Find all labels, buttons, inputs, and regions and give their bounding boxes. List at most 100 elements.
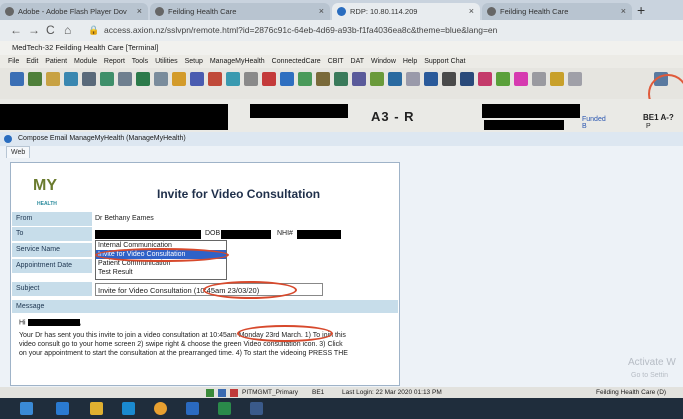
alert-icon[interactable] — [172, 72, 186, 86]
user-icon — [206, 389, 214, 397]
menu-patient[interactable]: Patient — [45, 58, 67, 65]
app-title-bar: MedTech-32 Feilding Health Care [Termina… — [0, 41, 683, 55]
close-icon[interactable]: × — [469, 3, 474, 20]
chrome-icon — [487, 7, 496, 16]
tab-label: Feilding Health Care — [168, 7, 237, 16]
accounts-icon[interactable] — [334, 72, 348, 86]
outlook-icon[interactable] — [186, 402, 199, 415]
appointment-icon[interactable] — [82, 72, 96, 86]
to-label: To — [12, 227, 92, 241]
back-icon[interactable]: ← — [10, 23, 22, 37]
menu-dat[interactable]: DAT — [351, 58, 364, 65]
url-field[interactable]: access.axion.nz/sslvpn/remote.html?id=28… — [104, 25, 497, 35]
outbox-icon[interactable] — [136, 72, 150, 86]
map-icon[interactable] — [496, 72, 510, 86]
record-icon[interactable] — [262, 72, 276, 86]
new-tab-button[interactable]: + — [637, 2, 645, 18]
menu-report[interactable]: Report — [104, 58, 125, 65]
tab-label: RDP: 10.80.114.209 — [350, 7, 418, 16]
menu-cbit[interactable]: CBIT — [328, 58, 344, 65]
patient-icon[interactable] — [10, 72, 24, 86]
terminal-icon[interactable] — [442, 72, 456, 86]
browser-tab-feilding-2[interactable]: Feilding Health Care × — [482, 3, 632, 20]
menu-support-chat[interactable]: Support Chat — [424, 58, 465, 65]
redaction — [250, 104, 348, 118]
user-code: BE1 — [312, 389, 325, 396]
menu-setup[interactable]: Setup — [185, 58, 203, 65]
browser-tab-adobe[interactable]: Adobe - Adobe Flash Player Dov × — [0, 3, 148, 20]
chrome-icon — [155, 7, 164, 16]
chart-icon[interactable] — [190, 72, 204, 86]
menu-edit[interactable]: Edit — [26, 58, 38, 65]
lab-icon[interactable] — [208, 72, 222, 86]
messages-icon[interactable] — [226, 72, 240, 86]
mail-icon[interactable] — [406, 72, 420, 86]
forward-icon[interactable]: → — [28, 23, 40, 37]
close-icon[interactable]: × — [621, 3, 626, 20]
reports-icon[interactable] — [316, 72, 330, 86]
tab-web[interactable]: Web — [6, 146, 31, 158]
forms-icon[interactable] — [370, 72, 384, 86]
reload-icon[interactable]: C — [46, 23, 55, 37]
register-icon[interactable] — [28, 72, 42, 86]
from-label: From — [12, 212, 92, 226]
nhi-label: NHI# — [277, 230, 293, 237]
menu-module[interactable]: Module — [74, 58, 97, 65]
folder-icon[interactable] — [90, 402, 103, 415]
menu-window[interactable]: Window — [371, 58, 396, 65]
message-body[interactable]: Your Dr has sent you this invite to join… — [19, 331, 399, 358]
notes-icon[interactable] — [46, 72, 60, 86]
subject-label: Subject — [12, 282, 92, 296]
app-icon[interactable] — [250, 402, 263, 415]
menu-tools[interactable]: Tools — [132, 58, 148, 65]
close-icon[interactable]: × — [319, 3, 324, 20]
chrome-icon[interactable] — [154, 402, 167, 415]
connect-icon[interactable] — [280, 72, 294, 86]
medication-icon[interactable] — [100, 72, 114, 86]
browser-tab-feilding[interactable]: Feilding Health Care × — [150, 3, 330, 20]
menu-file[interactable]: File — [8, 58, 19, 65]
menu-connectedcare[interactable]: ConnectedCare — [272, 58, 321, 65]
recall-icon[interactable] — [118, 72, 132, 86]
redaction — [0, 104, 228, 130]
address-bar: ← → C ⌂ 🔒 access.axion.nz/sslvpn/remote.… — [0, 20, 683, 41]
tasks-icon[interactable] — [298, 72, 312, 86]
close-icon[interactable]: × — [137, 3, 142, 20]
menu-help[interactable]: Help — [403, 58, 417, 65]
tab-label: Adobe - Adobe Flash Player Dov — [18, 7, 127, 16]
menu-bar: File Edit Patient Module Report Tools Ut… — [0, 55, 683, 68]
inbox-icon[interactable] — [64, 72, 78, 86]
document-icon[interactable] — [154, 72, 168, 86]
browser-tab-bar: Adobe - Adobe Flash Player Dov × Feildin… — [0, 0, 683, 20]
star-icon[interactable] — [514, 72, 528, 86]
app-title: MedTech-32 Feilding Health Care [Termina… — [12, 43, 159, 52]
edge-icon[interactable] — [56, 402, 69, 415]
teamviewer-icon[interactable] — [122, 402, 135, 415]
print-icon[interactable] — [244, 72, 258, 86]
service-option[interactable]: Test Result — [96, 268, 226, 277]
message-line: video consult go to your home screen 2) … — [19, 341, 343, 348]
home-icon[interactable]: ⌂ — [64, 23, 71, 37]
mmh-icon[interactable] — [550, 72, 564, 86]
organisation: Feilding Health Care (D) — [596, 389, 667, 396]
menu-utilities[interactable]: Utilities — [155, 58, 178, 65]
settings-icon[interactable] — [352, 72, 366, 86]
grid-icon[interactable] — [532, 72, 546, 86]
tools-icon[interactable] — [568, 72, 582, 86]
dob-label: DOB — [205, 230, 221, 237]
activate-windows-watermark: Activate W — [628, 357, 676, 368]
logo-sub: HEALTH — [37, 201, 57, 207]
menu-managemyhealth[interactable]: ManageMyHealth — [210, 58, 265, 65]
service-label: Service Name — [12, 243, 92, 257]
lock-icon: 🔒 — [88, 25, 100, 35]
sb-icon[interactable] — [478, 72, 492, 86]
redaction — [482, 104, 580, 118]
provider-code: BE1 A-? — [643, 113, 674, 122]
queue-name: PITMGMT_Primary — [242, 389, 298, 396]
screen-icon[interactable] — [460, 72, 474, 86]
calendar-icon[interactable] — [424, 72, 438, 86]
browser-tab-rdp[interactable]: RDP: 10.80.114.209 × — [332, 3, 480, 20]
excel-icon[interactable] — [218, 402, 231, 415]
referral-icon[interactable] — [388, 72, 402, 86]
windows-start-icon[interactable] — [20, 402, 33, 415]
